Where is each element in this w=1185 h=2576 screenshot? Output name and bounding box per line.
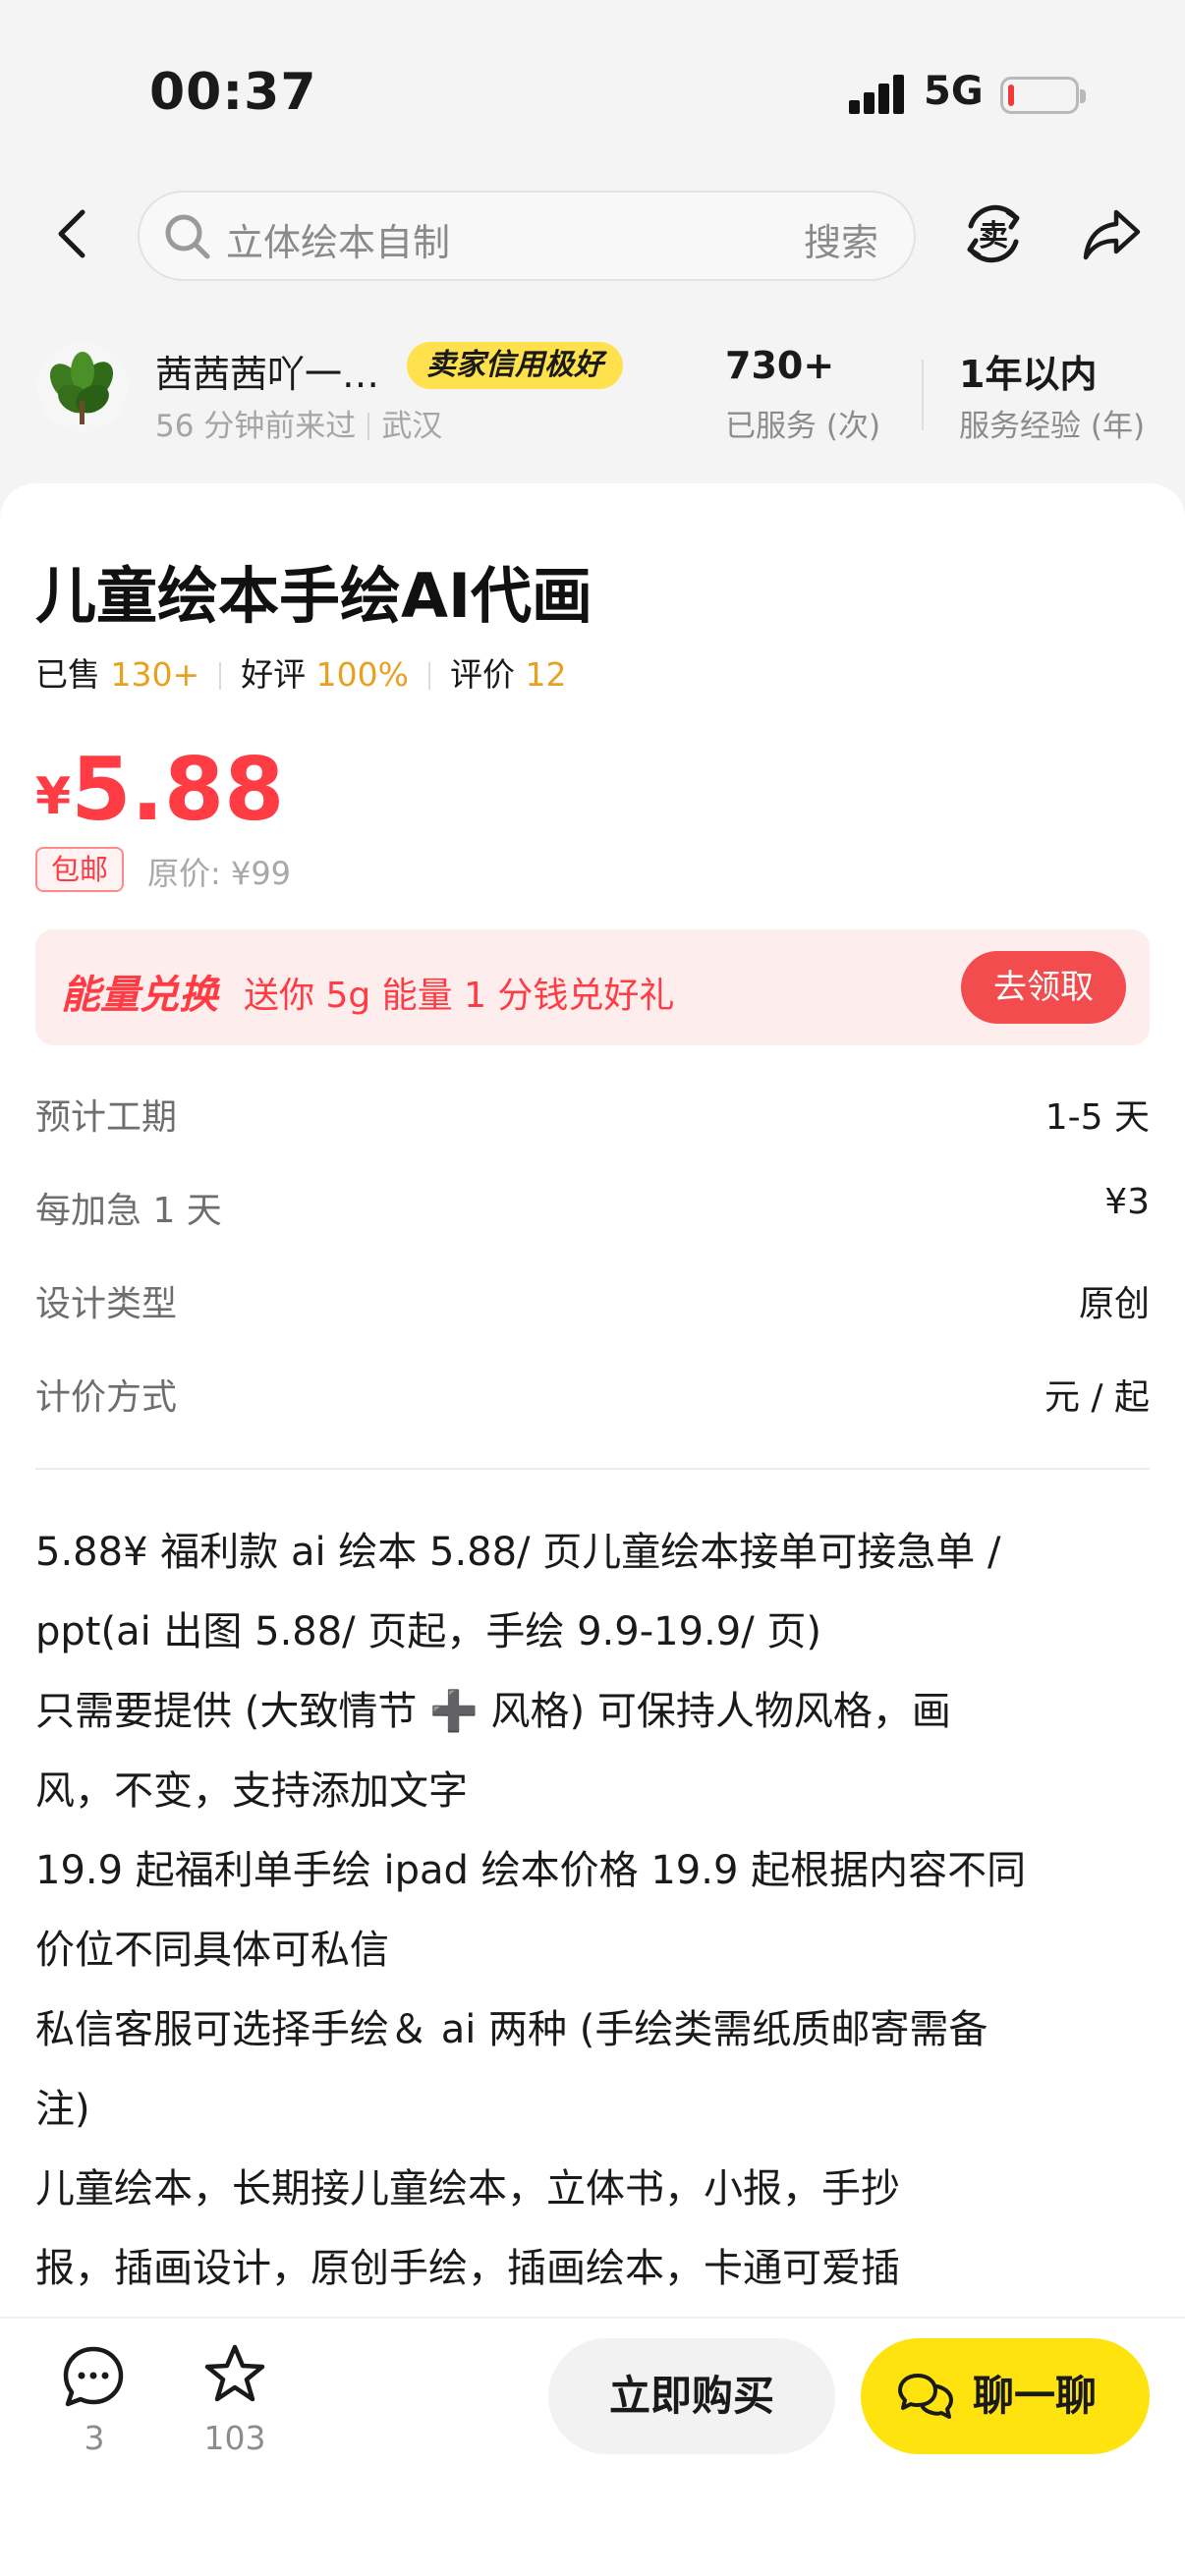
- search-button[interactable]: 搜索: [804, 212, 878, 266]
- spec-label: 每加急 1 天: [35, 1191, 222, 1231]
- price: ¥5.88: [35, 739, 284, 840]
- comment-count: 3: [84, 2419, 105, 2457]
- meta-divider: [367, 413, 370, 440]
- spec-value: 元 / 起: [1044, 1377, 1150, 1418]
- review-label[interactable]: 评价: [450, 655, 515, 694]
- chat-label: 聊一聊: [973, 2372, 1098, 2420]
- avatar-plant-image: [37, 342, 128, 432]
- claim-button[interactable]: 去领取: [961, 951, 1126, 1024]
- chat-button[interactable]: 聊一聊: [861, 2338, 1150, 2454]
- last-seen: 56 分钟前来过: [155, 409, 357, 444]
- price-value: 5.88: [71, 739, 285, 840]
- free-shipping-tag: 包邮: [35, 847, 124, 892]
- comment-icon[interactable]: [61, 2344, 126, 2409]
- network-type: 5G: [924, 69, 984, 114]
- metric-divider: [427, 662, 430, 690]
- description-line: 风，不变，支持添加文字: [35, 1768, 468, 1814]
- description-line: 19.9 起福利单手绘 ipad 绘本价格 19.9 起根据内容不同: [35, 1848, 1027, 1893]
- search-input[interactable]: 立体绘本自制: [226, 212, 450, 266]
- spec-label: 设计类型: [35, 1284, 178, 1324]
- status-bar: 00:37 5G: [0, 0, 1185, 187]
- sell-icon-label: 卖: [979, 219, 1008, 253]
- description-line: ppt(ai 出图 5.88/ 页起，手绘 9.9-19.9/ 页): [35, 1609, 821, 1654]
- seller-name[interactable]: 茜茜茜吖一…: [155, 344, 379, 398]
- product-metrics: 已售 130+ 好评 100% 评价 12: [35, 648, 566, 696]
- description-line: 报，插画设计，原创手绘，插画绘本，卡通可爱插: [35, 2246, 900, 2291]
- spec-row: 每加急 1 天 ¥3: [35, 1182, 1150, 1241]
- section-divider: [35, 1468, 1150, 1470]
- original-price: 原价: ¥99: [147, 855, 292, 892]
- description-line: 价位不同具体可私信: [35, 1928, 389, 1973]
- share-icon[interactable]: [1081, 202, 1144, 265]
- served-label: 已服务 (次): [725, 409, 881, 444]
- energy-promo-banner[interactable]: 能量兑换 送你 5g 能量 1 分钱兑好礼 去领取: [35, 929, 1150, 1045]
- signal-icon: [849, 75, 906, 114]
- good-rate-label: 好评: [241, 655, 307, 694]
- description-line: 儿童绘本，长期接儿童绘本，立体书，小报，手抄: [35, 2166, 900, 2212]
- good-rate: 100%: [315, 655, 409, 694]
- spec-label: 计价方式: [35, 1377, 178, 1418]
- review-count[interactable]: 12: [525, 655, 566, 694]
- spec-label: 预计工期: [35, 1097, 178, 1138]
- favorite-star-icon[interactable]: [202, 2342, 267, 2407]
- spec-value: ¥3: [1104, 1182, 1150, 1222]
- buy-now-button[interactable]: 立即购买: [548, 2338, 835, 2454]
- sold-count: 130+: [110, 655, 200, 694]
- seller-avatar[interactable]: [37, 342, 128, 432]
- spec-value: 1-5 天: [1044, 1097, 1150, 1138]
- price-currency: ¥: [35, 767, 72, 826]
- credit-badge: 卖家信用极好: [407, 342, 623, 389]
- battery-icon: [1000, 77, 1086, 114]
- description-line: 只需要提供 (大致情节 ➕ 风格) 可保持人物风格，画: [35, 1689, 951, 1734]
- spec-row: 预计工期 1-5 天: [35, 1089, 1150, 1148]
- metric-divider: [219, 662, 222, 690]
- promo-text: 送你 5g 能量 1 分钱兑好礼: [244, 976, 675, 1016]
- back-icon[interactable]: [53, 206, 92, 261]
- product-description: 5.88¥ 福利款 ai 绘本 5.88/ 页儿童绘本接单可接急单 / ppt(…: [35, 1513, 1156, 2309]
- experience-value: 1年以内: [959, 353, 1098, 396]
- spec-row: 计价方式 元 / 起: [35, 1369, 1150, 1428]
- sell-icon[interactable]: 卖: [959, 196, 1028, 271]
- experience-label: 服务经验 (年): [959, 409, 1146, 444]
- status-time: 00:37: [149, 63, 317, 122]
- favorite-count: 103: [203, 2419, 266, 2457]
- seller-location: 武汉: [381, 409, 443, 444]
- description-line: 注): [35, 2087, 90, 2132]
- spec-value: 原创: [1078, 1284, 1150, 1324]
- description-line: 私信客服可选择手绘＆ ai 两种 (手绘类需纸质邮寄需备: [35, 2007, 988, 2052]
- product-title: 儿童绘本手绘AI代画: [35, 560, 593, 632]
- seller-meta: 56 分钟前来过 武汉: [155, 401, 442, 445]
- search-icon: [165, 214, 210, 259]
- spec-row: 设计类型 原创: [35, 1275, 1150, 1334]
- promo-brand: 能量兑换: [61, 973, 218, 1018]
- stat-divider: [922, 360, 924, 430]
- description-line: 5.88¥ 福利款 ai 绘本 5.88/ 页儿童绘本接单可接急单 /: [35, 1530, 1001, 1575]
- served-count: 730+: [725, 344, 835, 387]
- battery-level: [1008, 84, 1014, 106]
- chat-bubble-icon: [898, 2374, 953, 2419]
- sold-label: 已售: [35, 655, 100, 694]
- search-bar[interactable]: 立体绘本自制 搜索: [138, 191, 916, 281]
